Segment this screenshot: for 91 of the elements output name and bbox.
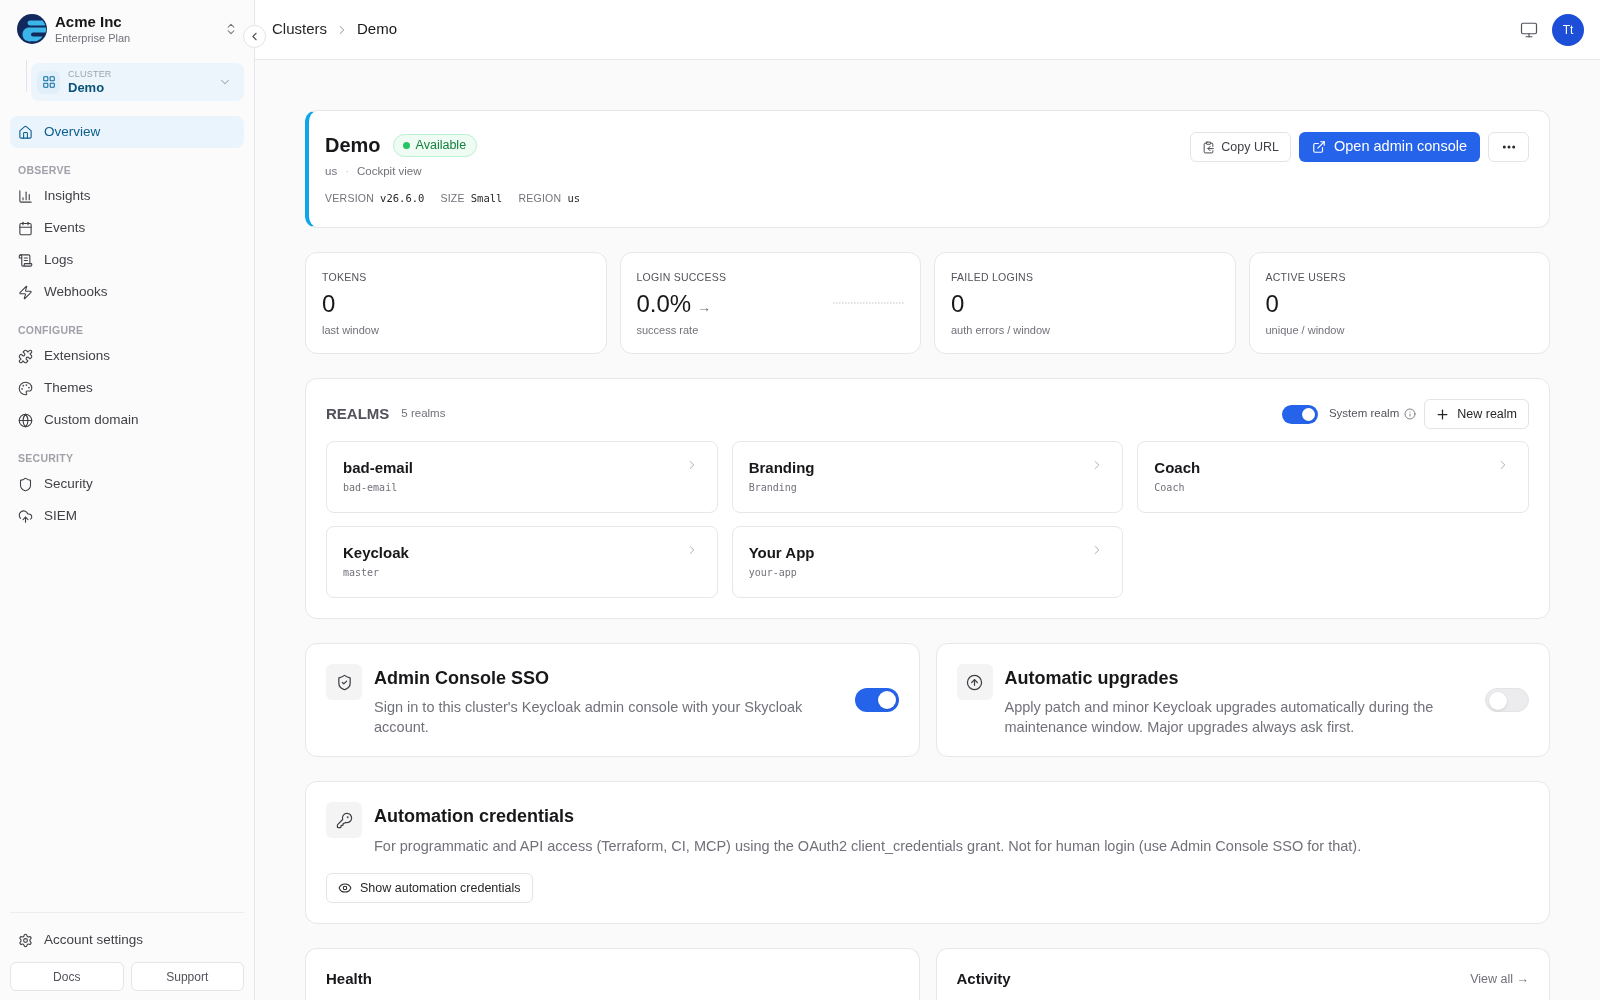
- card-title: Activity: [956, 969, 1011, 989]
- lightning-icon: [18, 284, 33, 300]
- logo: [17, 14, 47, 44]
- bar-chart-icon: [18, 188, 33, 204]
- globe-icon: [18, 412, 33, 428]
- footer-button[interactable]: Support: [130, 962, 244, 991]
- region-text: us: [325, 164, 338, 180]
- monitor-icon[interactable]: [1520, 20, 1538, 39]
- stat-caption: auth errors / window: [951, 322, 1052, 337]
- gear-icon: [18, 932, 33, 948]
- nav-item[interactable]: Webhooks: [10, 276, 244, 308]
- key-icon: [326, 802, 362, 838]
- shield-check-icon: [326, 664, 362, 700]
- credentials-title: Automation credentials: [374, 805, 576, 828]
- realm-card[interactable]: Branding Branding: [731, 441, 1124, 513]
- stat-value: 0.0%: [636, 289, 692, 318]
- show-credentials-button[interactable]: Show automation credentials: [326, 873, 533, 903]
- nav-item[interactable]: SIEM: [10, 500, 244, 532]
- section-heading: CONFIGURE: [17, 323, 85, 338]
- section-heading: SECURITY: [17, 451, 75, 466]
- cloud-upload-icon: [18, 508, 33, 524]
- nav-item[interactable]: Extensions: [10, 340, 244, 372]
- status-badge: Available: [392, 133, 478, 157]
- setting-description: Sign in to this cluster's Keycloak admin console with your Skycloak account.: [374, 698, 804, 737]
- scroll-icon: [18, 252, 33, 268]
- setting-title: Automatic upgrades: [1004, 667, 1180, 690]
- footer-button[interactable]: Docs: [10, 962, 124, 991]
- nav-item[interactable]: Custom domain: [10, 404, 244, 436]
- panel-title: REALMS: [326, 403, 390, 424]
- copy-url-button[interactable]: Copy URL: [1190, 132, 1291, 162]
- external-link-icon: [1312, 140, 1326, 154]
- nav-item[interactable]: Themes: [10, 372, 244, 404]
- separator-dot: ·: [345, 164, 349, 180]
- realm-card[interactable]: bad-email bad-email: [326, 441, 718, 513]
- breadcrumb-link[interactable]: Clusters: [272, 18, 327, 41]
- account-settings-link[interactable]: Account settings: [10, 924, 244, 956]
- system-realm-label: System realm: [1328, 406, 1400, 422]
- eye-icon: [338, 881, 352, 895]
- meta-label: REGION: [518, 191, 562, 207]
- clipboard-icon: [1202, 140, 1216, 154]
- meta-label: VERSION: [325, 191, 375, 207]
- trend-arrow: →: [697, 297, 712, 317]
- credentials-description: For programmatic and API access (Terraform, CI, MCP) using the OAuth2 client_credentials grant. Not for human login (use Admin Console SSO for that).: [374, 837, 1362, 856]
- stat-caption: last window: [322, 322, 380, 337]
- new-realm-button[interactable]: New realm: [1424, 399, 1529, 429]
- realm-card[interactable]: Keycloak master: [326, 526, 718, 598]
- setting-description: Apply patch and minor Keycloak upgrades automatically during the maintenance window. Major upgrades always ask first.: [1004, 698, 1435, 737]
- stat-label: FAILED LOGINS: [951, 269, 1035, 284]
- realm-card[interactable]: Coach Coach: [1137, 441, 1529, 513]
- view-text: Cockpit view: [357, 164, 422, 180]
- meta-label: SIZE: [440, 191, 465, 207]
- home-icon: [18, 124, 33, 140]
- stat-value: 0: [1265, 289, 1279, 318]
- nav-item[interactable]: Overview: [10, 116, 244, 148]
- card-title: Health: [326, 969, 372, 989]
- breadcrumb-current: Demo: [357, 19, 398, 40]
- toggle-switch[interactable]: [1485, 688, 1529, 712]
- grid-icon: [37, 70, 60, 94]
- realm-card[interactable]: Your App your-app: [731, 526, 1124, 598]
- realm-count: 5 realms: [401, 406, 446, 422]
- toggle-switch[interactable]: [854, 688, 899, 712]
- toggle-switch[interactable]: [1281, 404, 1318, 424]
- cluster-name: Demo: [325, 133, 381, 158]
- info-icon[interactable]: [1404, 408, 1417, 420]
- org-switcher[interactable]: Acme Inc Enterprise Plan: [10, 12, 244, 46]
- setting-title: Admin Console SSO: [374, 667, 551, 690]
- avatar[interactable]: Tt: [1552, 13, 1584, 46]
- meta-value: us: [567, 191, 581, 207]
- open-admin-console-button[interactable]: Open admin console: [1299, 132, 1480, 162]
- meta-value: Small: [470, 191, 503, 207]
- stat-value: 0: [951, 289, 965, 318]
- section-heading: OBSERVE: [17, 163, 72, 178]
- nav-item[interactable]: Security: [10, 468, 244, 500]
- puzzle-icon: [18, 348, 33, 364]
- cluster-selector[interactable]: CLUSTER Demo: [31, 63, 244, 101]
- stat-label: ACTIVE USERS: [1265, 269, 1347, 284]
- stat-value: 0: [322, 289, 336, 318]
- more-button[interactable]: [1488, 132, 1529, 162]
- stat-caption: unique / window: [1265, 322, 1346, 337]
- stat-label: TOKENS: [322, 269, 368, 284]
- nav-item[interactable]: Logs: [10, 244, 244, 276]
- nav-item[interactable]: Insights: [10, 180, 244, 212]
- stat-caption: success rate: [636, 322, 700, 337]
- plus-icon: [1435, 406, 1451, 422]
- nav-item[interactable]: Events: [10, 212, 244, 244]
- meta-value: v26.6.0: [380, 191, 425, 207]
- calendar-icon: [18, 220, 33, 236]
- stat-label: LOGIN SUCCESS: [636, 269, 728, 284]
- shield-icon: [18, 476, 33, 492]
- palette-icon: [18, 380, 33, 396]
- view-all-link[interactable]: View all →: [1470, 969, 1529, 989]
